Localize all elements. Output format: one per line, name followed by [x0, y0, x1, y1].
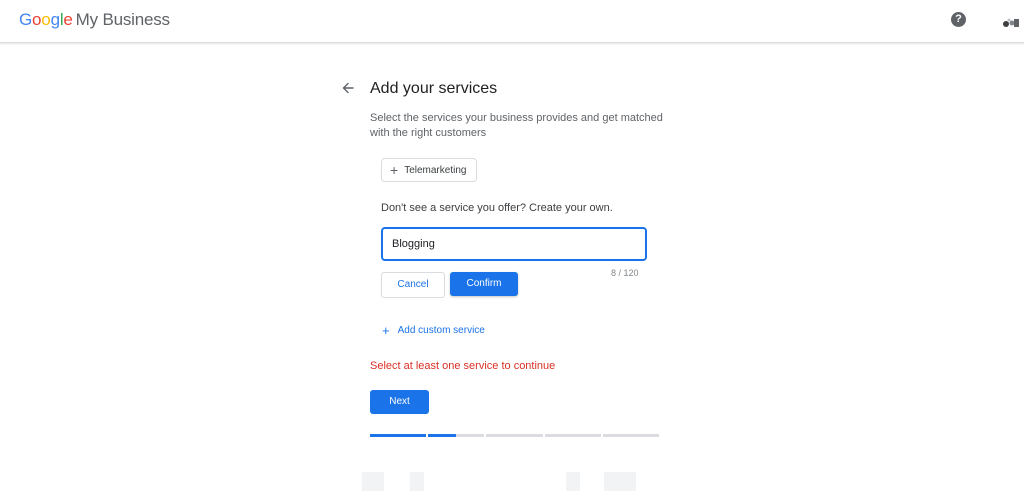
page-title: Add your services	[370, 80, 498, 97]
plus-icon: +	[390, 162, 399, 178]
progress-segment	[428, 434, 485, 437]
avatar-image	[999, 11, 1021, 33]
add-custom-service-label: Add custom service	[397, 325, 485, 336]
progress-bar	[370, 434, 660, 437]
next-button[interactable]: Next	[370, 390, 429, 414]
arrow-back-icon[interactable]	[340, 80, 356, 96]
progress-segment	[602, 434, 660, 437]
logo-letter: e	[63, 10, 73, 29]
service-chip-telemarketing[interactable]: + Telemarketing	[381, 158, 478, 182]
custom-service-input[interactable]	[381, 227, 647, 261]
logo-letter: G	[19, 10, 33, 29]
custom-service-prompt: Don't see a service you offer? Create yo…	[381, 202, 613, 214]
background-illustration	[362, 472, 384, 491]
google-my-business-logo[interactable]: Google My Business	[19, 10, 170, 30]
plus-icon: +	[382, 323, 390, 338]
logo-suffix: My Business	[75, 10, 170, 29]
character-count: 8 / 120	[611, 268, 639, 278]
add-custom-service-link[interactable]: + Add custom service	[382, 324, 485, 337]
progress-segment	[486, 434, 543, 437]
background-illustration	[604, 472, 636, 491]
progress-segment	[544, 434, 601, 437]
logo-letter: o	[32, 10, 42, 29]
page-description: Select the services your business provid…	[370, 112, 663, 139]
cancel-button[interactable]: Cancel	[381, 272, 445, 298]
avatar[interactable]	[999, 11, 1021, 33]
background-illustration	[566, 472, 580, 491]
service-chip-label: Telemarketing	[404, 164, 467, 176]
background-illustration	[410, 472, 424, 491]
top-app-bar: Google My Business ?	[0, 0, 1024, 43]
progress-segment	[370, 434, 427, 437]
confirm-button[interactable]: Confirm	[450, 272, 518, 296]
progress-fill	[428, 434, 457, 437]
help-icon[interactable]: ?	[951, 12, 966, 27]
logo-letter: g	[50, 10, 60, 29]
progress-fill	[370, 434, 427, 437]
error-message: Select at least one service to continue	[370, 360, 556, 372]
logo-letter: o	[41, 10, 51, 29]
